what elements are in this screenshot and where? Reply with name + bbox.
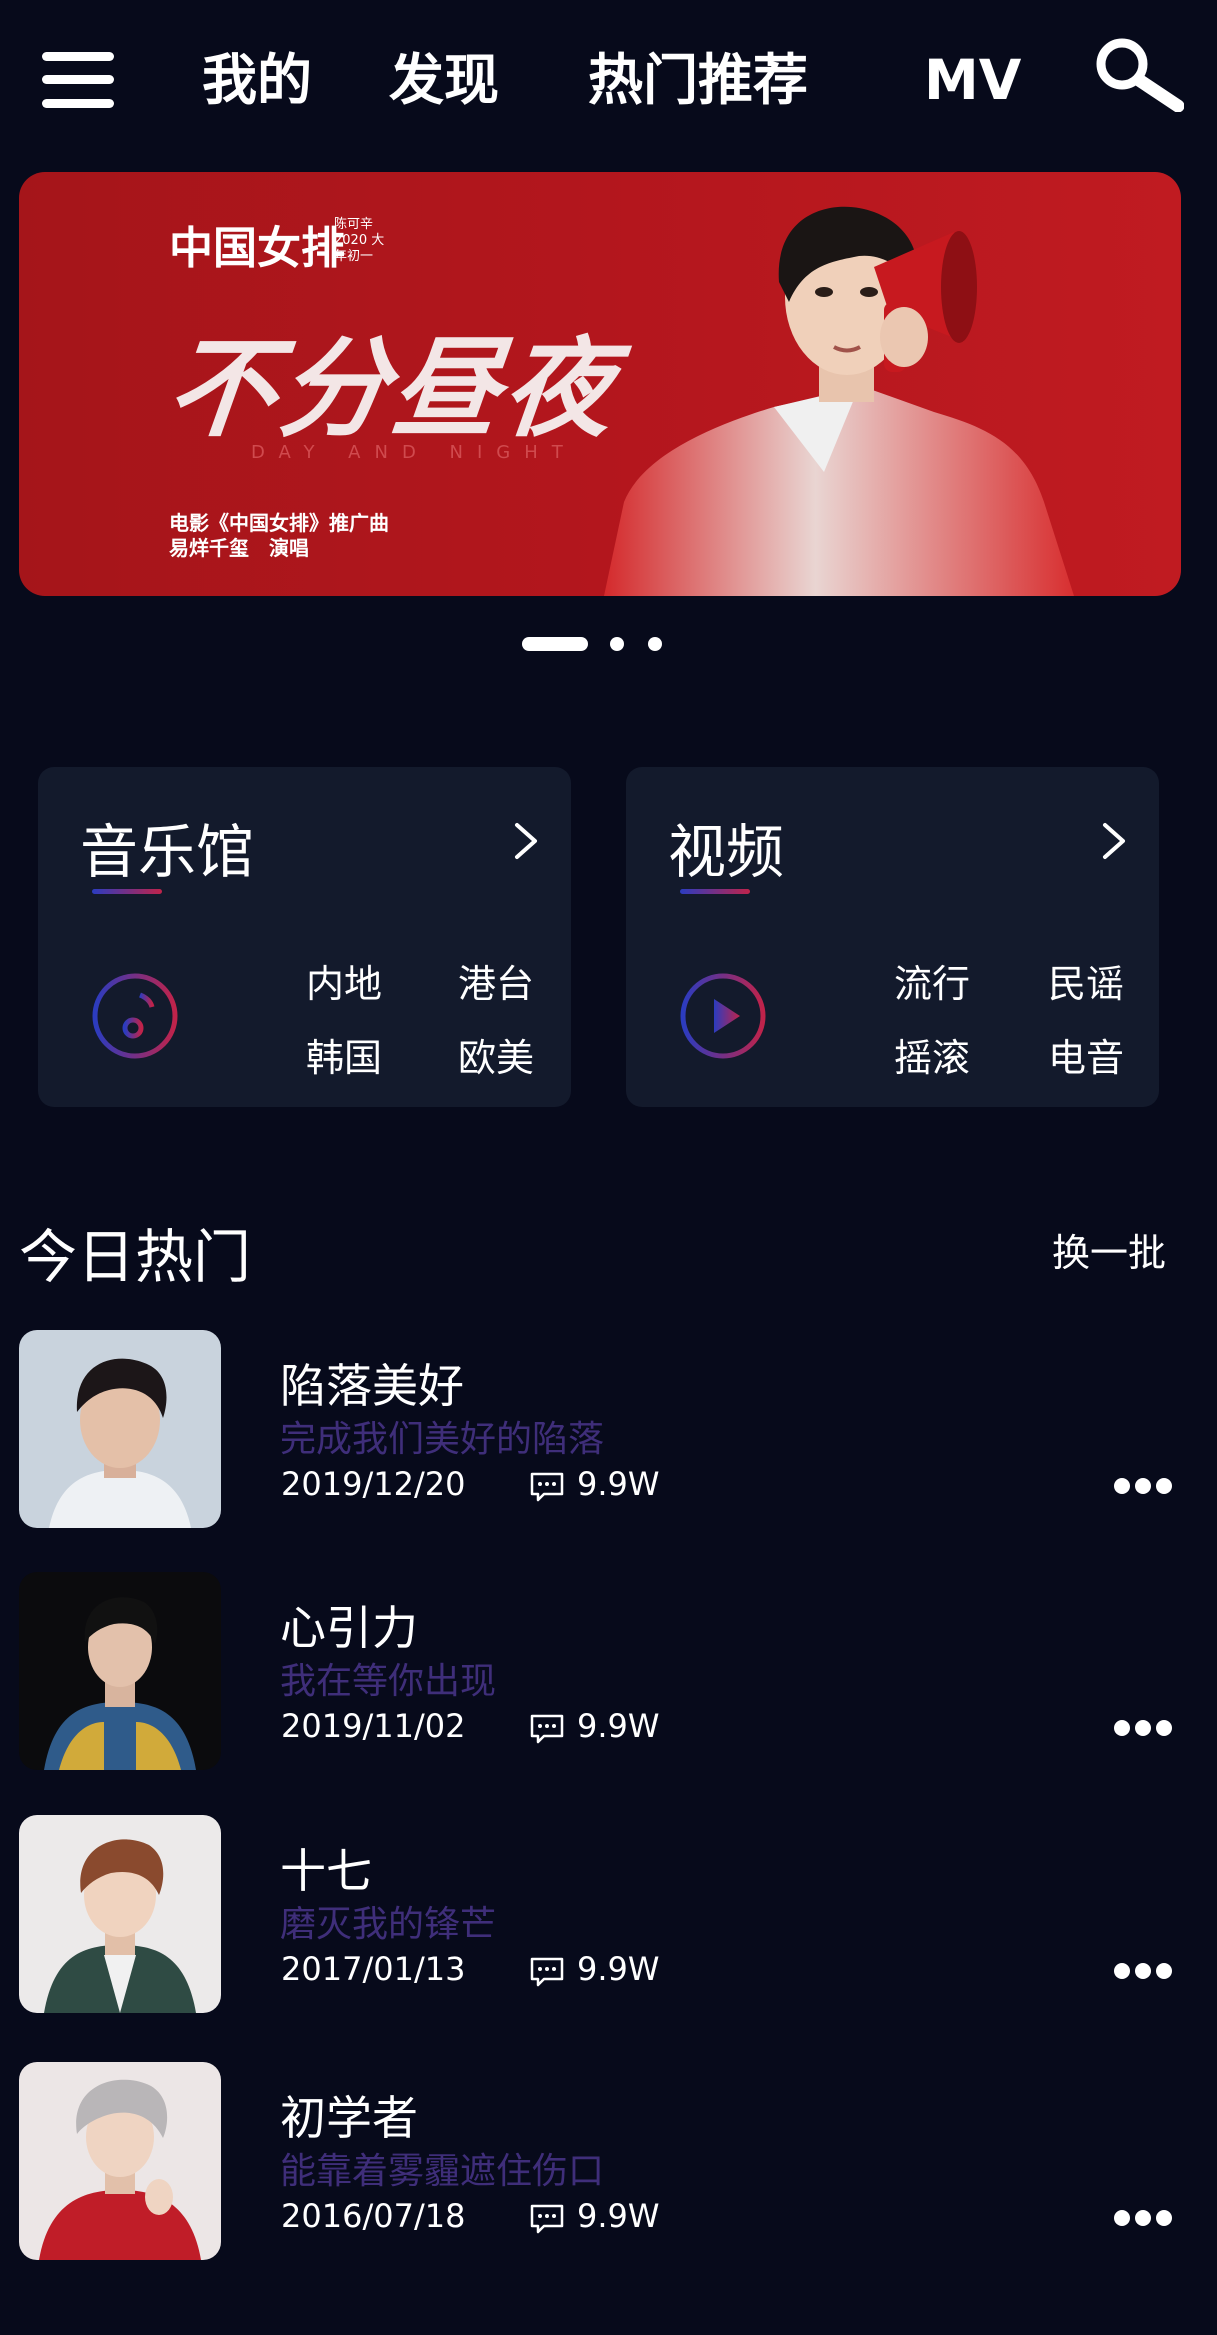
song-date: 2016/07/18 — [281, 2197, 466, 2235]
comment-icon — [530, 1957, 564, 1987]
banner-brand: 中国女排 — [169, 223, 345, 274]
carousel-indicator[interactable] — [610, 637, 624, 651]
song-title: 心引力 — [280, 1601, 418, 1655]
song-cover-image — [19, 1572, 221, 1770]
more-options-icon[interactable] — [1113, 2208, 1173, 2228]
comment-count: 9.9W — [577, 2197, 660, 2235]
music-disc-icon — [92, 973, 178, 1059]
song-row[interactable]: 十七 磨灭我的锋芒 2017/01/13 9.9W — [0, 1815, 1217, 2015]
chevron-right-icon[interactable] — [511, 819, 541, 863]
category-mainland[interactable]: 内地 — [306, 953, 382, 1008]
category-western[interactable]: 欧美 — [458, 1027, 534, 1082]
tab-mv[interactable]: MV — [924, 40, 1021, 120]
song-cover-image — [19, 2062, 221, 2260]
song-cover-image — [19, 1330, 221, 1528]
song-cover-image — [19, 1815, 221, 2013]
banner-carousel[interactable]: 中国女排 陈可辛 2020 大年初一 不分昼夜 DAY AND NIGHT 电影… — [19, 172, 1181, 596]
section-title: 今日热门 — [19, 1223, 252, 1291]
banner-singer-image — [604, 206, 1074, 596]
tab-hot-recommend[interactable]: 热门推荐 — [588, 40, 808, 120]
comment-count: 9.9W — [577, 1707, 660, 1745]
song-subtitle: 磨灭我的锋芒 — [280, 1904, 497, 1945]
chevron-right-icon[interactable] — [1099, 819, 1129, 863]
more-options-icon[interactable] — [1113, 1476, 1173, 1496]
category-folk[interactable]: 民谣 — [1048, 953, 1124, 1008]
song-row[interactable]: 陷落美好 完成我们美好的陷落 2019/12/20 9.9W — [0, 1330, 1217, 1530]
banner-brand-sub: 陈可辛 2020 大年初一 — [334, 217, 385, 264]
comment-count: 9.9W — [577, 1950, 660, 1988]
banner-title: 不分昼夜 — [161, 326, 623, 452]
more-options-icon[interactable] — [1113, 1961, 1173, 1981]
song-title: 陷落美好 — [280, 1359, 464, 1413]
banner-title-en: DAY AND NIGHT — [251, 442, 577, 463]
tab-discover[interactable]: 发现 — [389, 40, 499, 120]
comment-icon — [530, 2204, 564, 2234]
comment-icon — [530, 1472, 564, 1502]
carousel-indicator-active[interactable] — [522, 637, 588, 651]
card-title: 音乐馆 — [80, 818, 255, 886]
song-subtitle: 能靠着雾霾遮住伤口 — [280, 2151, 605, 2192]
music-hall-card[interactable]: 音乐馆 内地 港台 韩国 欧美 — [38, 767, 571, 1107]
song-title: 十七 — [280, 1844, 372, 1898]
play-circle-icon — [680, 973, 766, 1059]
category-electronic[interactable]: 电音 — [1048, 1027, 1124, 1082]
song-subtitle: 完成我们美好的陷落 — [280, 1419, 605, 1460]
video-card[interactable]: 视频 流行 民谣 摇滚 电音 — [626, 767, 1159, 1107]
song-date: 2019/11/02 — [281, 1707, 466, 1745]
card-title-underline — [92, 889, 162, 894]
more-options-icon[interactable] — [1113, 1718, 1173, 1738]
song-title: 初学者 — [280, 2091, 418, 2145]
banner-caption-line2: 易烊千玺 演唱 — [169, 536, 309, 560]
comment-icon — [530, 1714, 564, 1744]
comment-count: 9.9W — [577, 1465, 660, 1503]
song-date: 2017/01/13 — [281, 1950, 466, 1988]
category-korea[interactable]: 韩国 — [306, 1027, 382, 1082]
song-subtitle: 我在等你出现 — [280, 1661, 497, 1702]
carousel-indicator[interactable] — [648, 637, 662, 651]
category-rock[interactable]: 摇滚 — [894, 1027, 970, 1082]
refresh-button[interactable]: 换一批 — [1052, 1222, 1166, 1277]
hamburger-menu-icon[interactable] — [42, 52, 114, 108]
song-row[interactable]: 心引力 我在等你出现 2019/11/02 9.9W — [0, 1572, 1217, 1772]
category-hk-tw[interactable]: 港台 — [458, 953, 534, 1008]
card-title: 视频 — [668, 818, 785, 886]
search-icon[interactable] — [1092, 36, 1184, 112]
song-date: 2019/12/20 — [281, 1465, 466, 1503]
card-title-underline — [680, 889, 750, 894]
song-row[interactable]: 初学者 能靠着雾霾遮住伤口 2016/07/18 9.9W — [0, 2062, 1217, 2262]
category-pop[interactable]: 流行 — [894, 953, 970, 1008]
tab-mine[interactable]: 我的 — [202, 40, 312, 120]
